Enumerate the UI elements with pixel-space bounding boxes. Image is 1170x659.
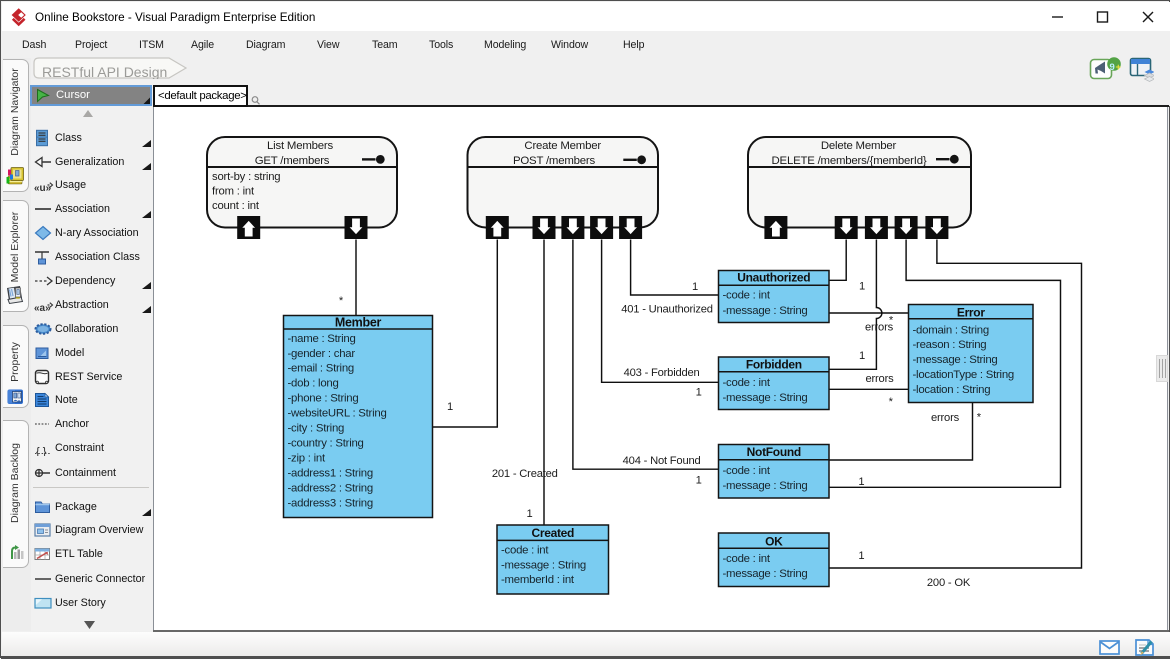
svg-text:-code : int: -code : int — [723, 377, 771, 389]
svg-text:*: * — [889, 396, 894, 408]
svg-text:1: 1 — [696, 386, 702, 398]
svg-text:-code : int: -code : int — [723, 289, 771, 301]
svg-text:*: * — [889, 315, 894, 327]
svg-text:-city : String: -city : String — [288, 423, 345, 435]
svg-text:POST /members: POST /members — [513, 155, 596, 167]
svg-text:{ }: { } — [36, 446, 47, 456]
svg-text:NotFound: NotFound — [747, 445, 801, 459]
svg-text:-gender : char: -gender : char — [288, 348, 356, 360]
svg-text:-dob : long: -dob : long — [288, 378, 339, 390]
svg-text:1: 1 — [859, 350, 865, 362]
svg-text:-name : String: -name : String — [288, 333, 356, 345]
svg-text:-locationType : String: -locationType : String — [913, 369, 1015, 381]
svg-text:-reason : String: -reason : String — [913, 339, 987, 351]
svg-text:Forbidden: Forbidden — [746, 357, 802, 371]
svg-text:1: 1 — [859, 281, 865, 293]
svg-text:-websiteURL : String: -websiteURL : String — [288, 408, 387, 420]
svg-text:1: 1 — [858, 550, 864, 562]
svg-text:-email : String: -email : String — [288, 363, 355, 375]
svg-text:-phone : String: -phone : String — [288, 393, 359, 405]
svg-text:+: + — [1116, 62, 1122, 73]
svg-text:Created: Created — [532, 526, 575, 540]
svg-text:-message : String: -message : String — [501, 560, 586, 572]
svg-text:errors: errors — [931, 412, 960, 424]
svg-text:DELETE /members/{memberId}: DELETE /members/{memberId} — [772, 155, 927, 167]
svg-text:-location : String: -location : String — [913, 384, 991, 396]
svg-text:-address2 : String: -address2 : String — [288, 482, 373, 494]
svg-text:*: * — [339, 295, 344, 307]
svg-text:sort-by : string: sort-by : string — [212, 171, 280, 183]
svg-text:1: 1 — [858, 476, 864, 488]
svg-text:200 - OK: 200 - OK — [927, 577, 971, 589]
svg-text:-country : String: -country : String — [288, 438, 364, 450]
svg-text:1: 1 — [692, 281, 698, 293]
svg-text:*: * — [977, 411, 982, 423]
svg-text:List Members: List Members — [267, 140, 333, 152]
svg-text:Member: Member — [335, 315, 382, 329]
svg-text:404 - Not Found: 404 - Not Found — [623, 455, 701, 467]
svg-text:count : int: count : int — [212, 200, 260, 212]
svg-text:Delete Member: Delete Member — [821, 140, 897, 152]
svg-text:-message : String: -message : String — [913, 354, 998, 366]
svg-text:-code : int: -code : int — [723, 553, 771, 565]
svg-text:-message : String: -message : String — [723, 392, 808, 404]
svg-text:-message : String: -message : String — [723, 305, 808, 317]
svg-text:401 - Unauthorized: 401 - Unauthorized — [621, 304, 713, 316]
svg-text:-message : String: -message : String — [723, 480, 808, 492]
svg-text:Create Member: Create Member — [524, 140, 601, 152]
svg-text:403 - Forbidden: 403 - Forbidden — [624, 367, 700, 379]
svg-text:OK: OK — [765, 535, 783, 549]
svg-text:201 - Created: 201 - Created — [492, 468, 558, 480]
svg-text:-zip : int: -zip : int — [288, 452, 326, 464]
svg-text:1: 1 — [526, 508, 532, 520]
svg-text:from : int: from : int — [212, 185, 255, 197]
svg-text:-address1 : String: -address1 : String — [288, 467, 373, 479]
svg-text:1: 1 — [447, 401, 453, 413]
svg-text:-code : int: -code : int — [723, 465, 771, 477]
svg-text:9: 9 — [1110, 62, 1115, 73]
svg-text:-domain : String: -domain : String — [913, 324, 989, 336]
svg-text:-code : int: -code : int — [501, 545, 549, 557]
svg-text:-address3 : String: -address3 : String — [288, 497, 373, 509]
svg-text:Unauthorized: Unauthorized — [737, 271, 810, 285]
svg-text:Error: Error — [957, 306, 985, 320]
svg-text:GET /members: GET /members — [255, 155, 330, 167]
svg-text:1: 1 — [696, 474, 702, 486]
svg-text:-memberId : int: -memberId : int — [501, 574, 575, 586]
svg-text:errors: errors — [865, 373, 894, 385]
svg-text:RESTful API Design: RESTful API Design — [42, 64, 167, 79]
svg-text:-message : String: -message : String — [723, 568, 808, 580]
